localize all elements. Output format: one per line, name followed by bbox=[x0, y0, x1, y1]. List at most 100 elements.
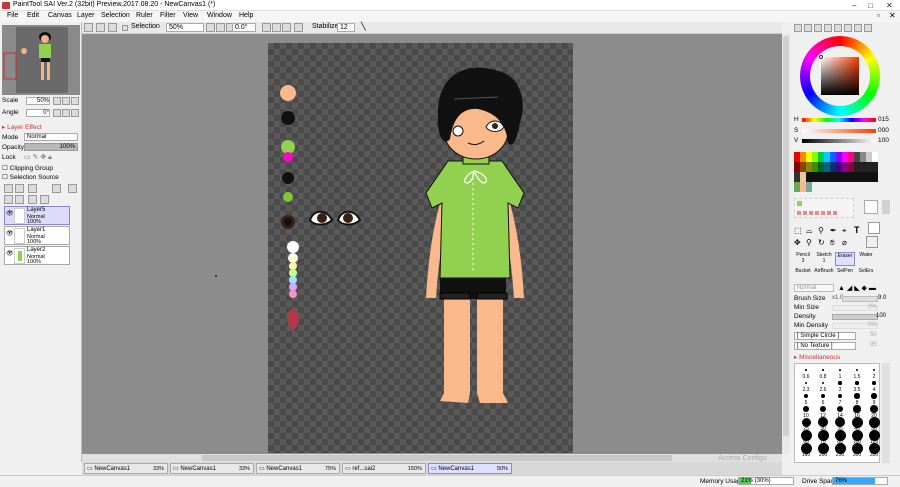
menu-selection[interactable]: Selection bbox=[101, 12, 130, 19]
brush-preset-dot[interactable] bbox=[855, 368, 859, 372]
brush-preset-dot[interactable] bbox=[872, 368, 876, 372]
color-wheel-tab-icon[interactable] bbox=[794, 24, 802, 32]
selection-source-checkbox[interactable]: ☐ Selection Source bbox=[2, 173, 59, 181]
rotate-icon[interactable]: ↻ bbox=[818, 238, 825, 247]
navigator-preview[interactable] bbox=[2, 25, 80, 95]
visibility-eye-icon[interactable]: 👁︎ bbox=[6, 230, 14, 237]
text-tool-icon[interactable]: T bbox=[854, 225, 860, 235]
move-icon[interactable]: ✥ bbox=[794, 238, 801, 247]
primary-color-box[interactable] bbox=[868, 222, 880, 234]
brush-tip-shapes[interactable]: ▲ ◢ ◣ ◆ ▬ bbox=[838, 284, 876, 292]
color-extra-icon[interactable] bbox=[864, 24, 872, 32]
vscroll-thumb[interactable] bbox=[783, 36, 789, 436]
drawing-canvas[interactable] bbox=[268, 43, 573, 453]
rgb-tab-icon[interactable] bbox=[804, 24, 812, 32]
sv-square[interactable] bbox=[821, 57, 859, 95]
scale-plus-icon[interactable] bbox=[62, 97, 70, 105]
selection-checkbox[interactable] bbox=[122, 25, 128, 31]
dropper-icon[interactable]: ⌀ bbox=[842, 238, 847, 247]
brush-preset-dot[interactable] bbox=[855, 381, 859, 385]
tool-selpen[interactable]: SelPen bbox=[835, 268, 855, 282]
clear-layer-icon[interactable] bbox=[28, 195, 37, 204]
zoom-select[interactable]: 50% bbox=[166, 23, 204, 32]
current-color-swatch[interactable] bbox=[864, 200, 878, 214]
menu-view[interactable]: View bbox=[183, 12, 198, 19]
zoom-in-icon[interactable] bbox=[216, 23, 225, 32]
horizontal-scrollbar[interactable] bbox=[82, 454, 782, 462]
delete-layer-icon[interactable] bbox=[40, 195, 49, 204]
swatch-tab-icon[interactable] bbox=[824, 24, 832, 32]
rotate-left-icon[interactable] bbox=[262, 23, 271, 32]
scale-minus-icon[interactable] bbox=[53, 97, 61, 105]
saturation-slider[interactable] bbox=[802, 129, 876, 133]
line-icon[interactable]: ╲ bbox=[361, 22, 366, 31]
brush-preset-dot[interactable] bbox=[853, 405, 861, 413]
tool-airbrush[interactable]: AirBrush bbox=[814, 268, 834, 282]
brush-preset-dot[interactable] bbox=[821, 381, 825, 385]
menu-edit[interactable]: Edit bbox=[27, 12, 39, 19]
brush-preset-dot[interactable] bbox=[819, 405, 827, 413]
hsv-tab-icon[interactable] bbox=[814, 24, 822, 32]
transfer-down-icon[interactable] bbox=[15, 195, 24, 204]
brush-preset-dot[interactable] bbox=[803, 406, 809, 412]
brush-preset-dot[interactable] bbox=[838, 381, 842, 385]
layer-row-layer5[interactable]: 👁︎ Layer5 Normal 100% bbox=[4, 206, 70, 225]
angle-rotate-icon[interactable] bbox=[53, 109, 61, 117]
clipping-group-checkbox[interactable]: ☐ Clipping Group bbox=[2, 164, 53, 172]
misc-header[interactable]: ▸ Miscellaneous bbox=[794, 353, 840, 361]
stabilizer-select[interactable]: 12 bbox=[337, 23, 355, 32]
vertical-scrollbar[interactable] bbox=[782, 34, 790, 454]
rotate-right-icon[interactable] bbox=[272, 23, 281, 32]
grid-icon[interactable] bbox=[96, 23, 105, 32]
brush-preset-dot[interactable] bbox=[822, 369, 824, 371]
menu-window[interactable]: Window bbox=[207, 12, 232, 19]
tool-water[interactable]: Water bbox=[856, 252, 876, 266]
blend-mode-select[interactable]: Normal bbox=[24, 133, 78, 141]
maximize-button[interactable]: □ bbox=[868, 1, 873, 10]
zoom-fit-icon[interactable] bbox=[84, 23, 93, 32]
palette-tab-icon[interactable] bbox=[834, 24, 842, 32]
brush-texture-select[interactable]: [ No Texture ] bbox=[794, 342, 856, 350]
brush-preset-dot[interactable] bbox=[836, 405, 844, 413]
density-slider[interactable] bbox=[832, 314, 878, 320]
brush-preset-dot[interactable] bbox=[872, 381, 876, 385]
tool-eraser[interactable]: Eraser bbox=[835, 252, 855, 266]
layer-mask-icon[interactable] bbox=[52, 184, 61, 193]
hue-slider[interactable] bbox=[802, 118, 876, 122]
swatch-scrollbar[interactable] bbox=[882, 200, 890, 214]
angle-rotate2-icon[interactable] bbox=[62, 109, 70, 117]
brush-preset-dot[interactable] bbox=[854, 393, 860, 399]
swatch-grid[interactable] bbox=[794, 152, 878, 192]
opacity-slider[interactable]: 100% bbox=[24, 143, 78, 151]
brush-preset-dot[interactable] bbox=[839, 369, 841, 371]
hscroll-thumb[interactable] bbox=[202, 455, 672, 461]
brush-preset-dot[interactable] bbox=[805, 369, 807, 371]
tool-sketch[interactable]: Sketch 1 bbox=[814, 252, 834, 266]
menu-ruler[interactable]: Ruler bbox=[136, 12, 153, 19]
new-layer-icon[interactable] bbox=[4, 184, 13, 193]
canvas-tab[interactable]: ▭ NewCanvas1 33% bbox=[84, 463, 168, 474]
menu-filter[interactable]: Filter bbox=[160, 12, 176, 19]
tool-mode-select[interactable]: Normal bbox=[794, 284, 834, 292]
close-doc-icon[interactable]: ✕ bbox=[889, 11, 896, 20]
scratch-tab-icon[interactable] bbox=[854, 24, 862, 32]
canvas-tab-active[interactable]: ▭ NewCanvas1 50% bbox=[428, 463, 512, 474]
hue-wheel[interactable] bbox=[800, 36, 880, 116]
angle-select[interactable]: 0.0° bbox=[232, 23, 256, 32]
brush-preset-dot[interactable] bbox=[869, 404, 879, 414]
brush-shape-select[interactable]: [ Simple Circle ] bbox=[794, 332, 856, 340]
visibility-eye-icon[interactable]: 👁︎ bbox=[6, 250, 14, 257]
zoom-icon[interactable]: ⚲ bbox=[806, 238, 812, 247]
restore-icon[interactable]: ▫ bbox=[877, 11, 880, 20]
secondary-color-box[interactable] bbox=[866, 236, 878, 248]
preset-scrollbar[interactable] bbox=[882, 363, 890, 463]
tool-pencil[interactable]: Pencil 3 bbox=[793, 252, 813, 266]
close-button[interactable]: ✕ bbox=[886, 1, 893, 10]
tool-selers[interactable]: SelErs bbox=[856, 268, 876, 282]
merge-down-icon[interactable] bbox=[4, 195, 13, 204]
angle-value[interactable]: 0° bbox=[26, 109, 50, 117]
brush-preset-dot[interactable] bbox=[837, 393, 843, 399]
canvas-tab[interactable]: ▭ ref...sai2 150% bbox=[342, 463, 426, 474]
new-folder-icon[interactable] bbox=[28, 184, 37, 193]
sv-cursor[interactable] bbox=[819, 55, 823, 59]
